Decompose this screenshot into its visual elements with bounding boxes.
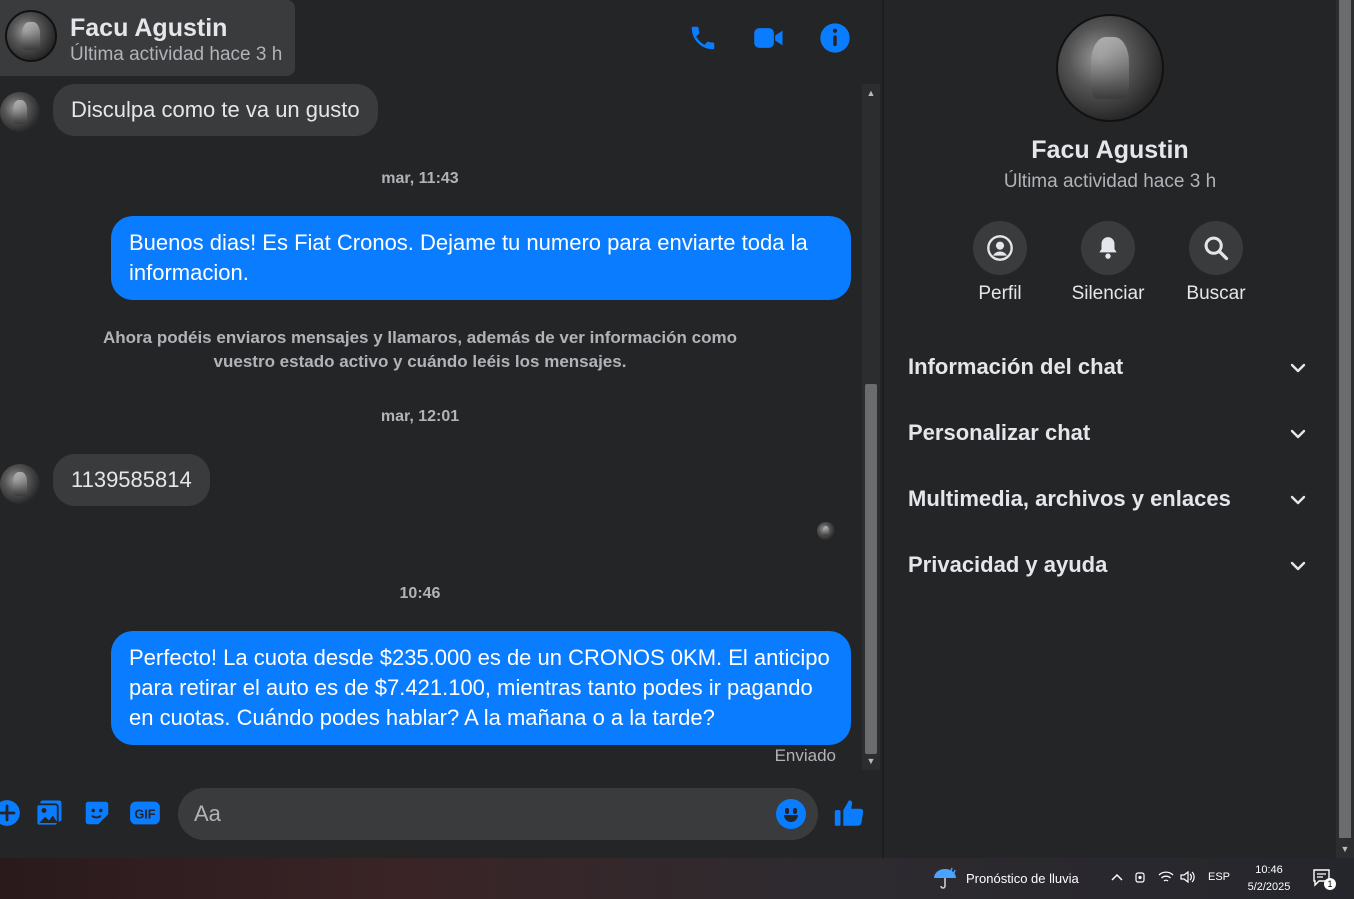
section-label: Personalizar chat bbox=[908, 420, 1091, 445]
phone-icon bbox=[691, 26, 715, 50]
search-icon bbox=[1204, 236, 1229, 261]
like-button[interactable] bbox=[832, 796, 866, 830]
volume-icon[interactable] bbox=[1180, 870, 1196, 887]
outgoing-message[interactable]: Perfecto! La cuota desde $235.000 es de … bbox=[111, 631, 851, 745]
thumbs-up-icon bbox=[834, 800, 864, 826]
system-clock[interactable]: 10:46 5/2/2025 bbox=[1238, 862, 1300, 896]
message-timestamp: 10:46 bbox=[399, 585, 441, 602]
section-media-files-links[interactable]: Multimedia, archivos y enlaces bbox=[896, 474, 1326, 526]
image-icon bbox=[35, 800, 62, 827]
section-chat-info[interactable]: Información del chat bbox=[896, 342, 1326, 394]
more-actions-button[interactable] bbox=[0, 796, 24, 830]
emoji-icon[interactable] bbox=[776, 799, 806, 829]
info-scrollbar[interactable]: ▼ bbox=[1336, 0, 1354, 858]
sticker-icon bbox=[85, 801, 109, 825]
svg-text:GIF: GIF bbox=[135, 808, 156, 822]
chat-panel: Facu Agustin Última actividad hace 3 h D… bbox=[0, 0, 882, 858]
chevron-down-icon bbox=[1290, 561, 1306, 571]
system-notice: Ahora podéis enviaros mensajes y llamaro… bbox=[103, 328, 737, 371]
incoming-message[interactable]: 1139585814 bbox=[53, 454, 210, 506]
chevron-up-icon[interactable] bbox=[1110, 870, 1124, 887]
gif-button[interactable]: GIF bbox=[128, 796, 162, 830]
search-label: Buscar bbox=[1186, 283, 1246, 304]
clock-date: 5/2/2025 bbox=[1247, 881, 1291, 893]
messenger-window: Facu Agustin Última actividad hace 3 h D… bbox=[0, 0, 1354, 858]
sticker-button[interactable] bbox=[80, 796, 114, 830]
plus-icon bbox=[0, 800, 20, 826]
notifications-button[interactable]: 1 bbox=[1312, 868, 1336, 891]
profile-name: Facu Agustin bbox=[1031, 136, 1189, 164]
chevron-down-icon bbox=[1290, 363, 1306, 373]
wifi-icon[interactable] bbox=[1158, 870, 1174, 887]
message-list: Disculpa como te va un gusto mar, 11:43 … bbox=[0, 84, 862, 774]
message-timestamp: mar, 11:43 bbox=[381, 170, 459, 187]
video-call-button[interactable] bbox=[749, 18, 789, 58]
gif-icon: GIF bbox=[130, 801, 160, 825]
sender-avatar[interactable] bbox=[0, 464, 40, 504]
scroll-up-arrow[interactable]: ▲ bbox=[862, 86, 880, 100]
outgoing-message[interactable]: Buenos dias! Es Fiat Cronos. Dejame tu n… bbox=[111, 216, 851, 300]
section-label: Privacidad y ayuda bbox=[908, 552, 1108, 577]
message-input[interactable] bbox=[194, 788, 754, 840]
chat-info-button[interactable] bbox=[815, 18, 855, 58]
profile-status: Última actividad hace 3 h bbox=[1003, 171, 1217, 192]
profile-button[interactable]: Perfil bbox=[955, 221, 1045, 305]
info-scroll-thumb[interactable] bbox=[1339, 0, 1351, 838]
profile-label: Perfil bbox=[978, 283, 1022, 304]
contact-avatar[interactable] bbox=[5, 10, 57, 62]
umbrella-icon bbox=[934, 867, 956, 889]
weather-widget[interactable]: Pronóstico de lluvia bbox=[932, 866, 1079, 890]
video-camera-icon bbox=[754, 28, 783, 48]
incoming-message[interactable]: Disculpa como te va un gusto bbox=[53, 84, 378, 136]
message-timestamp: mar, 12:01 bbox=[380, 408, 460, 425]
clock-time: 10:46 bbox=[1255, 864, 1283, 876]
section-label: Información del chat bbox=[908, 354, 1124, 379]
notification-count: 1 bbox=[1324, 878, 1336, 890]
bell-icon bbox=[1099, 237, 1117, 259]
message-scrollbar[interactable]: ▲ ▼ bbox=[862, 84, 880, 770]
scroll-down-arrow[interactable]: ▼ bbox=[862, 754, 880, 768]
mute-button[interactable]: Silenciar bbox=[1063, 221, 1153, 305]
chat-info-panel: Facu Agustin Última actividad hace 3 h P… bbox=[884, 0, 1336, 858]
phone-call-button[interactable] bbox=[683, 18, 723, 58]
section-privacy-help[interactable]: Privacidad y ayuda bbox=[896, 540, 1326, 592]
language-indicator[interactable]: ESP bbox=[1208, 871, 1230, 883]
chevron-down-icon bbox=[1290, 495, 1306, 505]
profile-icon bbox=[987, 235, 1013, 261]
profile-avatar[interactable] bbox=[1056, 14, 1164, 122]
scroll-down-arrow[interactable]: ▼ bbox=[1336, 842, 1354, 856]
info-icon bbox=[820, 23, 850, 53]
mute-label: Silenciar bbox=[1071, 283, 1145, 304]
message-input-box[interactable] bbox=[178, 788, 818, 840]
read-receipt-avatar bbox=[817, 522, 835, 540]
chevron-down-icon bbox=[1290, 429, 1306, 439]
section-customize-chat[interactable]: Personalizar chat bbox=[896, 408, 1326, 460]
sent-status: Enviado bbox=[774, 746, 836, 765]
chat-header: Facu Agustin Última actividad hace 3 h bbox=[0, 0, 882, 84]
contact-header-button[interactable]: Facu Agustin Última actividad hace 3 h bbox=[0, 0, 295, 76]
scroll-thumb[interactable] bbox=[865, 384, 877, 754]
search-button[interactable]: Buscar bbox=[1171, 221, 1261, 305]
meet-now-icon[interactable] bbox=[1134, 870, 1148, 887]
contact-status: Última actividad hace 3 h bbox=[70, 44, 283, 65]
composer: GIF bbox=[0, 780, 882, 858]
weather-label: Pronóstico de lluvia bbox=[966, 870, 1079, 886]
section-label: Multimedia, archivos y enlaces bbox=[908, 486, 1231, 511]
windows-taskbar: Pronóstico de lluvia ESP 10:46 5/2/2025 … bbox=[0, 858, 1354, 899]
contact-name: Facu Agustin bbox=[70, 14, 228, 42]
attach-photo-button[interactable] bbox=[32, 796, 66, 830]
sender-avatar[interactable] bbox=[0, 92, 40, 132]
